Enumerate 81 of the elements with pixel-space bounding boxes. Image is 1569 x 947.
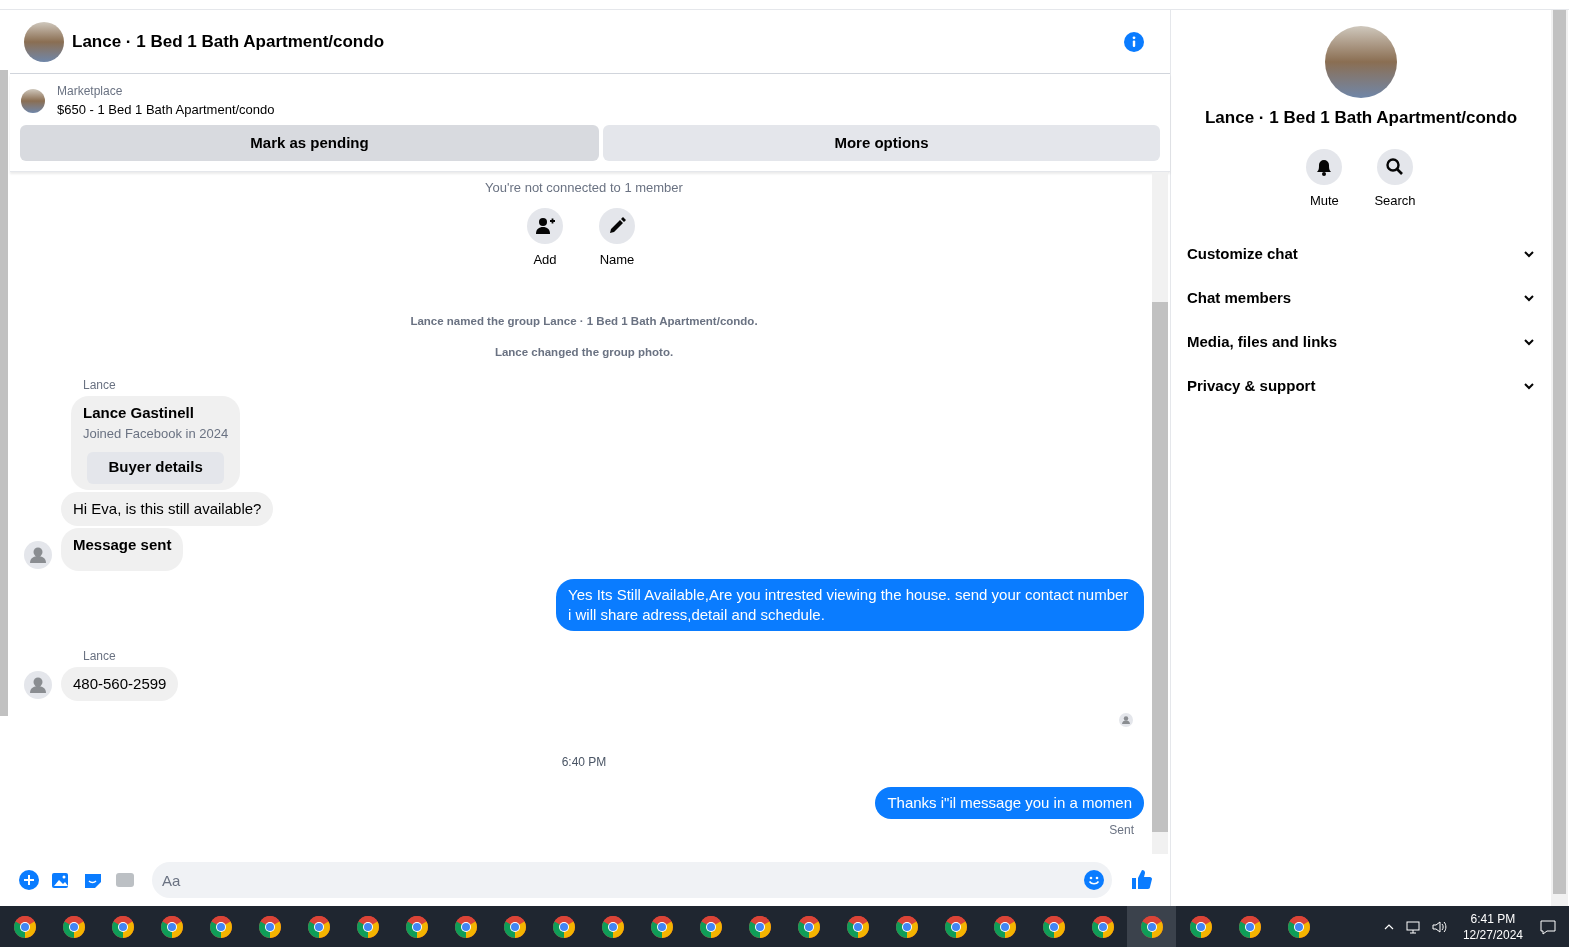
- browser-icon: [1139, 914, 1164, 939]
- search-icon: [1377, 148, 1413, 185]
- emoji-icon: [1084, 870, 1104, 890]
- notification-icon: [1539, 917, 1557, 936]
- plus-icon: [19, 870, 39, 890]
- bell-icon: [1306, 148, 1343, 185]
- scrollbar[interactable]: [1152, 172, 1168, 854]
- clock-time: 6:41 PM: [1470, 910, 1516, 927]
- taskbar-app[interactable]: [1127, 906, 1176, 947]
- clock-date: 12/27/2024: [1462, 926, 1523, 943]
- add-person-icon: [527, 207, 563, 244]
- plus-button[interactable]: [18, 869, 40, 891]
- action-button[interactable]: Add: [527, 207, 563, 269]
- info-icon: [1124, 31, 1144, 52]
- browser-icon: [12, 914, 37, 939]
- photo-placeholder: [21, 89, 45, 113]
- browser-icon: [796, 914, 821, 939]
- message-bubble: Yes Its Still Available,Are you intrested viewing the house. send your contact number i will share adress,detail and schedule.: [556, 578, 1144, 631]
- browser-icon: [992, 914, 1017, 939]
- message-bubble: Hi Eva, is this still available?: [61, 491, 274, 526]
- chat-name: Lance · 1 Bed 1 Bath Apartment/condo: [1205, 107, 1517, 129]
- browser-icon: [845, 914, 870, 939]
- network-icon: [1404, 918, 1421, 935]
- message-bubble: Message sent: [61, 528, 184, 571]
- action-button[interactable]: Search: [1374, 148, 1416, 210]
- profile-name: Lance Gastinell: [83, 402, 195, 423]
- browser-icon: [1188, 914, 1213, 939]
- browser-icon: [1237, 914, 1262, 939]
- thumbs-up-icon: [1130, 868, 1154, 892]
- action-button[interactable]: Mute: [1306, 148, 1343, 210]
- listing-button[interactable]: Mark as pending: [20, 125, 599, 161]
- browser-icon: [61, 914, 86, 939]
- avatar-icon: [1119, 713, 1133, 727]
- gif-icon: [115, 870, 135, 890]
- browser-icon: [404, 914, 429, 939]
- browser-icon: [1041, 914, 1066, 939]
- browser-icon: [894, 914, 919, 939]
- browser-icon: [1286, 914, 1311, 939]
- buyer-details-button[interactable]: Buyer details: [87, 451, 225, 484]
- listing-button[interactable]: More options: [603, 125, 1160, 161]
- browser-icon: [698, 914, 723, 939]
- browser-icon: [257, 914, 282, 939]
- group-event: Lance changed the group photo.: [493, 345, 675, 361]
- message-field[interactable]: Aa: [152, 862, 1112, 898]
- listing-title: $650 - 1 Bed 1 Bath Apartment/condo: [57, 101, 275, 119]
- browser-icon: [110, 914, 135, 939]
- connection-notice: You're not connected to 1 member: [484, 179, 684, 197]
- chat-title: Lance · 1 Bed 1 Bath Apartment/condo: [72, 30, 386, 53]
- browser-icon: [1090, 914, 1115, 939]
- section-toggle[interactable]: Customize chat: [1187, 232, 1535, 276]
- section-toggle[interactable]: Chat members: [1187, 276, 1535, 320]
- image-icon: [51, 870, 71, 890]
- section-toggle[interactable]: Privacy & support: [1187, 364, 1535, 408]
- group-event: Lance named the group Lance · 1 Bed 1 Bath Apartment/condo.: [409, 314, 759, 329]
- scrollbar[interactable]: [0, 70, 8, 716]
- message-bubble: 480-560-2599: [61, 666, 179, 701]
- browser-icon: [943, 914, 968, 939]
- profile-detail: Joined Facebook in 2024: [83, 425, 229, 443]
- volume-icon: [1430, 918, 1447, 935]
- browser-icon: [747, 914, 772, 939]
- sender-name: Lance: [83, 647, 117, 665]
- message-bubble: Thanks i"il message you in a momen: [875, 787, 1144, 819]
- browser-icon: [159, 914, 184, 939]
- browser-icon: [649, 914, 674, 939]
- message-status: Sent: [1109, 822, 1134, 839]
- photo-placeholder: [24, 21, 64, 62]
- browser-icon: [453, 914, 478, 939]
- scrollbar[interactable]: [1551, 10, 1568, 906]
- browser-icon: [600, 914, 625, 939]
- clock[interactable]: 6:41 PM 12/27/2024: [1462, 910, 1523, 943]
- section-toggle[interactable]: Media, files and links: [1187, 320, 1535, 364]
- timestamp: 6:40 PM: [560, 754, 608, 771]
- browser-icon: [551, 914, 576, 939]
- action-button[interactable]: Name: [599, 207, 635, 269]
- browser-icon: [208, 914, 233, 939]
- pencil-icon: [599, 207, 635, 244]
- browser-icon: [355, 914, 380, 939]
- browser-icon: [502, 914, 527, 939]
- browser-icon: [306, 914, 331, 939]
- sender-name: Lance: [83, 376, 117, 394]
- listing-source: Marketplace: [57, 83, 124, 100]
